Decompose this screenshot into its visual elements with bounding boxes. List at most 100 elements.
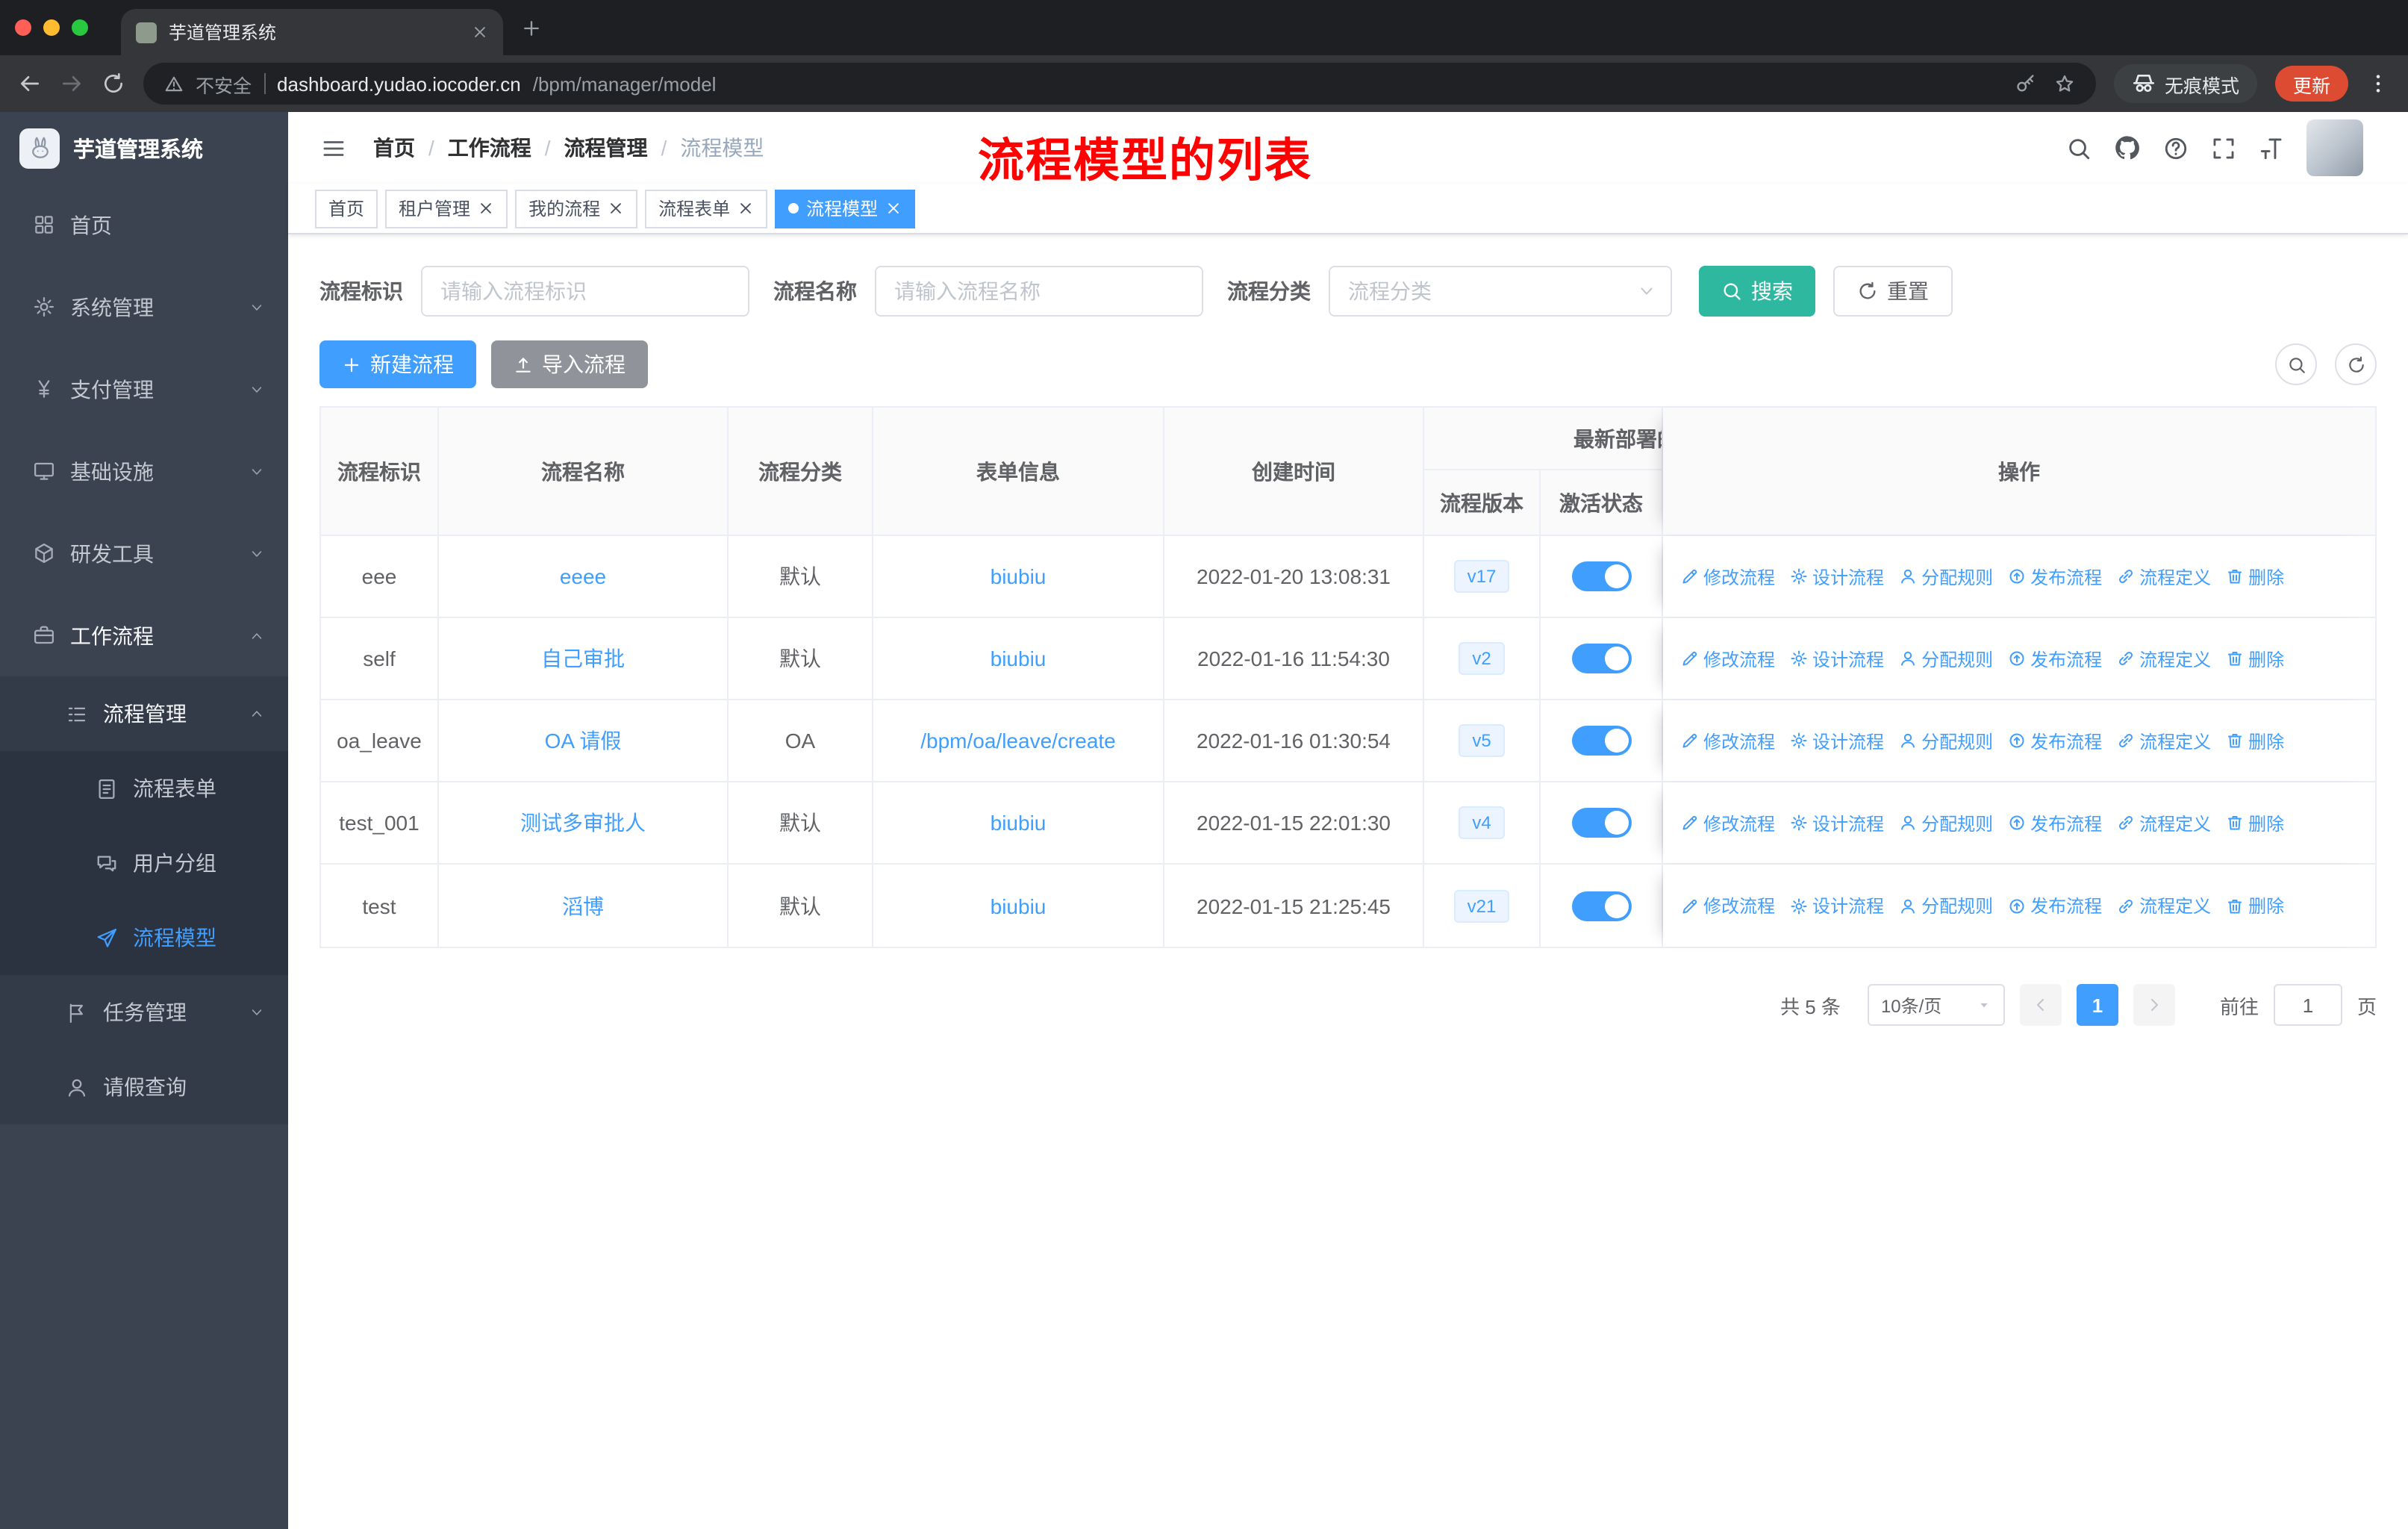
sidebar-item-process-management[interactable]: 流程管理 [0, 676, 288, 751]
user-avatar[interactable] [2306, 119, 2363, 176]
bookmark-star-icon[interactable] [2054, 73, 2075, 94]
sidebar-item-home[interactable]: 首页 [0, 184, 288, 266]
publish-process-link[interactable]: 发布流程 [2008, 893, 2102, 918]
publish-process-link[interactable]: 发布流程 [2008, 646, 2102, 671]
breadcrumb-item[interactable]: 流程管理 [564, 133, 648, 163]
sidebar-item-workflow[interactable]: 工作流程 [0, 594, 288, 676]
prev-page-button[interactable] [2019, 984, 2062, 1026]
assign-rule-link[interactable]: 分配规则 [1899, 893, 1993, 918]
category-select[interactable]: 流程分类 [1329, 266, 1672, 317]
design-process-link[interactable]: 设计流程 [1790, 564, 1884, 589]
modify-process-link[interactable]: 修改流程 [1681, 564, 1775, 589]
search-button[interactable]: 搜索 [1699, 266, 1815, 317]
assign-rule-link[interactable]: 分配规则 [1899, 646, 1993, 671]
active-toggle[interactable] [1571, 808, 1631, 838]
tag-close-icon[interactable] [737, 200, 754, 217]
design-process-link[interactable]: 设计流程 [1790, 646, 1884, 671]
process-key-input[interactable] [421, 266, 749, 317]
active-toggle[interactable] [1571, 726, 1631, 756]
tag-process-model[interactable]: 流程模型 [775, 189, 916, 228]
sidebar-item-system[interactable]: 系统管理 [0, 266, 288, 348]
process-definition-link[interactable]: 流程定义 [2117, 810, 2211, 835]
form-link[interactable]: biubiu [991, 811, 1047, 835]
assign-rule-link[interactable]: 分配规则 [1899, 810, 1993, 835]
tag-my-process[interactable]: 我的流程 [515, 189, 638, 228]
goto-page-input[interactable] [2273, 984, 2342, 1026]
security-warning-icon[interactable] [164, 74, 184, 93]
tag-process-form[interactable]: 流程表单 [645, 189, 768, 228]
hamburger-icon[interactable] [321, 135, 346, 161]
modify-process-link[interactable]: 修改流程 [1681, 646, 1775, 671]
process-definition-link[interactable]: 流程定义 [2117, 893, 2211, 918]
form-link[interactable]: biubiu [991, 647, 1047, 670]
sidebar-item-leave-query[interactable]: 请假查询 [0, 1050, 288, 1124]
form-link[interactable]: /bpm/oa/leave/create [920, 729, 1116, 753]
tag-home[interactable]: 首页 [315, 189, 378, 228]
sidebar-item-process-model[interactable]: 流程模型 [0, 900, 288, 975]
tag-close-icon[interactable] [885, 200, 902, 217]
password-key-icon[interactable] [2015, 73, 2036, 94]
assign-rule-link[interactable]: 分配规则 [1899, 728, 1993, 753]
sidebar-item-infrastructure[interactable]: 基础设施 [0, 430, 288, 512]
process-name-link[interactable]: 测试多审批人 [520, 808, 646, 838]
modify-process-link[interactable]: 修改流程 [1681, 728, 1775, 753]
reload-icon[interactable] [102, 72, 125, 96]
sidebar-item-task-management[interactable]: 任务管理 [0, 975, 288, 1050]
tag-close-icon[interactable] [478, 200, 494, 217]
publish-process-link[interactable]: 发布流程 [2008, 564, 2102, 589]
toggle-search-button[interactable] [2275, 343, 2317, 385]
design-process-link[interactable]: 设计流程 [1790, 728, 1884, 753]
delete-link[interactable]: 删除 [2226, 810, 2284, 835]
tag-close-icon[interactable] [608, 200, 624, 217]
import-process-button[interactable]: 导入流程 [491, 340, 648, 388]
form-link[interactable]: biubiu [991, 564, 1047, 588]
sidebar-item-devtools[interactable]: 研发工具 [0, 512, 288, 594]
app-logo[interactable]: 芋道管理系统 [0, 112, 288, 184]
active-toggle[interactable] [1571, 644, 1631, 673]
address-bar[interactable]: 不安全 dashboard.yudao.iocoder.cn/bpm/manag… [143, 63, 2096, 105]
zoom-window-button[interactable] [72, 19, 88, 36]
breadcrumb-item[interactable]: 工作流程 [448, 133, 531, 163]
page-size-select[interactable]: 10条/页 [1867, 984, 2005, 1026]
process-definition-link[interactable]: 流程定义 [2117, 564, 2211, 589]
form-link[interactable]: biubiu [991, 894, 1047, 918]
active-toggle[interactable] [1571, 891, 1631, 921]
breadcrumb-item[interactable]: 首页 [373, 133, 415, 163]
delete-link[interactable]: 删除 [2226, 646, 2284, 671]
sidebar-item-process-form[interactable]: 流程表单 [0, 751, 288, 826]
back-icon[interactable] [18, 72, 42, 96]
modify-process-link[interactable]: 修改流程 [1681, 810, 1775, 835]
minimize-window-button[interactable] [43, 19, 60, 36]
process-name-link[interactable]: 滔博 [562, 891, 604, 921]
refresh-table-button[interactable] [2335, 343, 2377, 385]
process-definition-link[interactable]: 流程定义 [2117, 646, 2211, 671]
sidebar-item-payment[interactable]: 支付管理 [0, 348, 288, 430]
fullscreen-icon[interactable] [2211, 135, 2236, 161]
browser-tab[interactable]: 芋道管理系统 [121, 9, 503, 55]
active-toggle[interactable] [1571, 561, 1631, 591]
process-name-link[interactable]: 自己审批 [541, 644, 625, 673]
process-definition-link[interactable]: 流程定义 [2117, 728, 2211, 753]
tag-tenant[interactable]: 租户管理 [385, 189, 508, 228]
forward-icon[interactable] [60, 72, 84, 96]
tab-close-icon[interactable] [472, 24, 488, 40]
delete-link[interactable]: 删除 [2226, 728, 2284, 753]
security-label[interactable]: 不安全 [196, 69, 252, 98]
font-size-icon[interactable] [2259, 135, 2284, 161]
process-name-link[interactable]: OA 请假 [545, 726, 622, 756]
design-process-link[interactable]: 设计流程 [1790, 810, 1884, 835]
modify-process-link[interactable]: 修改流程 [1681, 893, 1775, 918]
process-name-link[interactable]: eeee [560, 564, 606, 588]
new-tab-button[interactable] [521, 17, 542, 38]
help-icon[interactable] [2163, 135, 2189, 161]
process-name-input[interactable] [875, 266, 1203, 317]
close-window-button[interactable] [15, 19, 31, 36]
assign-rule-link[interactable]: 分配规则 [1899, 564, 1993, 589]
publish-process-link[interactable]: 发布流程 [2008, 728, 2102, 753]
create-process-button[interactable]: 新建流程 [319, 340, 476, 388]
publish-process-link[interactable]: 发布流程 [2008, 810, 2102, 835]
browser-menu-icon[interactable] [2366, 72, 2390, 96]
delete-link[interactable]: 删除 [2226, 893, 2284, 918]
search-icon[interactable] [2066, 135, 2092, 161]
page-number-button[interactable]: 1 [2076, 984, 2118, 1026]
